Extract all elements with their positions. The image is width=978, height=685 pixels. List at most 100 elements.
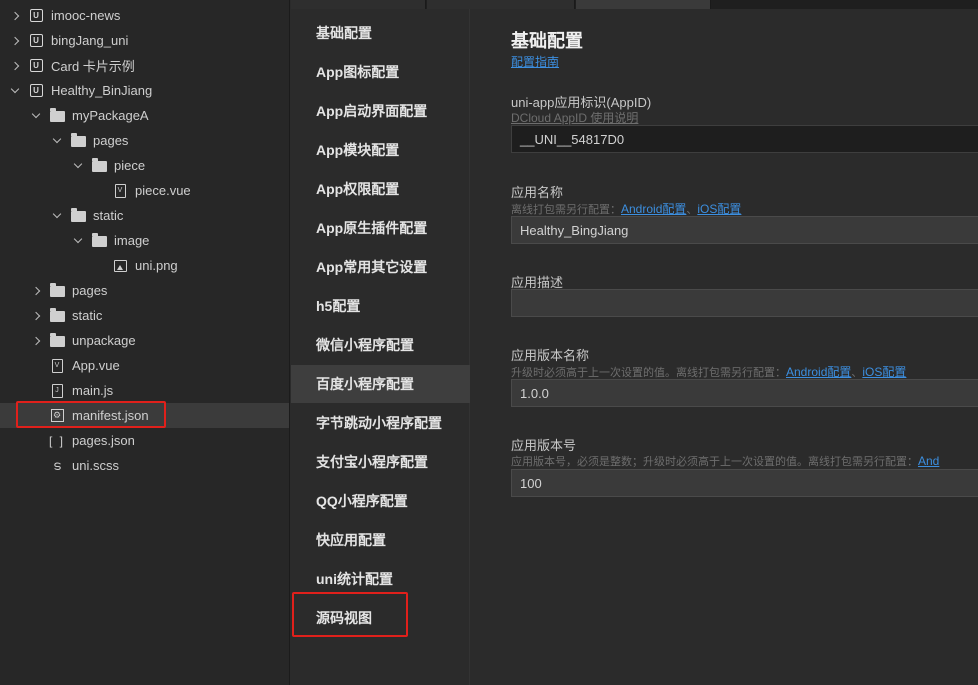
- tree-item[interactable]: image: [0, 228, 289, 253]
- tree-item[interactable]: ⚙ manifest.json: [0, 403, 289, 428]
- editor-tab[interactable]: [427, 0, 575, 9]
- vue-file-icon: V: [49, 358, 65, 373]
- tree-item-label: static: [93, 208, 124, 223]
- scss-file-icon: ട: [53, 457, 61, 473]
- folder-icon: [91, 233, 107, 248]
- folder-icon: [70, 133, 86, 148]
- tree-item-label: main.js: [72, 383, 114, 398]
- app-name-label: 应用名称: [511, 185, 564, 200]
- tree-item[interactable]: static: [0, 303, 289, 328]
- chevron-down-icon[interactable]: [50, 134, 64, 148]
- tree-item[interactable]: U Card 卡片示例: [0, 53, 289, 78]
- config-nav-item[interactable]: App原生插件配置: [291, 209, 470, 247]
- config-content: 基础配置 配置指南 uni-app应用标识(AppID) DCloud AppI…: [471, 9, 978, 685]
- tree-item[interactable]: pages: [0, 278, 289, 303]
- config-nav-item[interactable]: 字节跳动小程序配置: [291, 404, 470, 442]
- tree-item[interactable]: piece: [0, 153, 289, 178]
- config-nav-item[interactable]: 百度小程序配置: [291, 365, 470, 403]
- tree-item-label: manifest.json: [72, 408, 149, 423]
- folder-icon: [49, 333, 65, 348]
- config-nav-item[interactable]: 源码视图: [291, 599, 470, 637]
- chevron-right-icon[interactable]: [8, 34, 22, 48]
- tree-item-label: uni.scss: [72, 458, 119, 473]
- chevron-right-icon[interactable]: [29, 284, 43, 298]
- version-code-label: 应用版本号: [511, 438, 577, 453]
- version-code-android-link[interactable]: And: [918, 454, 939, 468]
- app-description-field[interactable]: [511, 289, 978, 317]
- config-nav-item[interactable]: App模块配置: [291, 131, 470, 169]
- version-code-hint: 应用版本号，必须是整数；升级时必须高于上一次设置的值。离线打包需另行配置：And: [511, 453, 939, 469]
- app-name-field[interactable]: Healthy_BingJiang: [511, 216, 978, 244]
- chevron-right-icon[interactable]: [8, 59, 22, 73]
- tree-item[interactable]: Jmain.js: [0, 378, 289, 403]
- chevron-down-icon[interactable]: [71, 234, 85, 248]
- config-nav-item[interactable]: 微信小程序配置: [291, 326, 470, 364]
- tree-item-label: bingJang_uni: [51, 33, 129, 48]
- tree-item[interactable]: [ ] pages.json: [0, 428, 289, 453]
- editor-tab-strip: [291, 0, 978, 9]
- tree-item[interactable]: uni.png: [0, 253, 289, 278]
- config-nav-item[interactable]: 快应用配置: [291, 521, 470, 559]
- config-nav-item[interactable]: App图标配置: [291, 53, 470, 91]
- project-icon: U: [28, 84, 44, 98]
- version-name-field[interactable]: 1.0.0: [511, 379, 978, 407]
- tree-item-label: piece: [114, 158, 146, 173]
- version-name-label: 应用版本名称: [511, 348, 590, 363]
- tree-item-label: App.vue: [72, 358, 120, 373]
- version-name-hint: 升级时必须高于上一次设置的值。离线打包需另行配置：Android配置、iOS配置: [511, 363, 906, 380]
- config-nav-item[interactable]: 基础配置: [291, 14, 470, 52]
- config-nav-item[interactable]: uni统计配置: [291, 560, 470, 598]
- chevron-down-icon[interactable]: [8, 84, 22, 98]
- config-nav-item[interactable]: App权限配置: [291, 170, 470, 208]
- tree-item[interactable]: UbingJang_uni: [0, 28, 289, 53]
- hbuilderx-window: Uimooc-news UbingJang_uni U Card 卡片示例 U Healt…: [0, 0, 978, 685]
- chevron-right-icon[interactable]: [8, 9, 22, 23]
- config-nav-item[interactable]: App启动界面配置: [291, 92, 470, 130]
- tree-item[interactable]: myPackageA: [0, 103, 289, 128]
- config-guide-link[interactable]: 配置指南: [511, 53, 559, 70]
- editor-tab-active[interactable]: [576, 0, 711, 9]
- version-name-ios-link[interactable]: iOS配置: [862, 365, 906, 379]
- config-nav-item[interactable]: h5配置: [291, 287, 470, 325]
- tree-item-label: piece.vue: [135, 183, 191, 198]
- version-code-field[interactable]: 100: [511, 469, 978, 497]
- folder-icon: [70, 208, 86, 223]
- chevron-right-icon[interactable]: [29, 309, 43, 323]
- tree-item[interactable]: V App.vue: [0, 353, 289, 378]
- tree-item-label: Healthy_BinJiang: [51, 83, 153, 98]
- chevron-down-icon[interactable]: [50, 209, 64, 223]
- chevron-right-icon[interactable]: [29, 334, 43, 348]
- config-nav-item[interactable]: 支付宝小程序配置: [291, 443, 470, 481]
- config-nav-item[interactable]: QQ小程序配置: [291, 482, 470, 520]
- tree-item[interactable]: Uimooc-news: [0, 3, 289, 28]
- app-name-ios-link[interactable]: iOS配置: [697, 202, 741, 216]
- config-nav-item[interactable]: App常用其它设置: [291, 248, 470, 286]
- image-file-icon: [112, 259, 128, 273]
- editor-tab[interactable]: [291, 0, 426, 9]
- folder-icon: [49, 308, 65, 323]
- section-title: 基础配置: [511, 31, 583, 51]
- appid-help-link[interactable]: DCloud AppID 使用说明: [511, 109, 638, 126]
- tree-item-label: pages: [93, 133, 129, 148]
- tree-item[interactable]: ട uni.scss: [0, 453, 289, 478]
- tree-item-label: static: [72, 308, 103, 323]
- tree-item[interactable]: pages: [0, 128, 289, 153]
- chevron-down-icon[interactable]: [71, 159, 85, 173]
- chevron-down-icon[interactable]: [29, 109, 43, 123]
- tree-item-label: imooc-news: [51, 8, 121, 23]
- tree-item[interactable]: unpackage: [0, 328, 289, 353]
- tree-item[interactable]: static: [0, 203, 289, 228]
- tree-item-label: uni.png: [135, 258, 178, 273]
- version-name-android-link[interactable]: Android配置: [786, 365, 851, 379]
- app-name-android-link[interactable]: Android配置: [621, 202, 686, 216]
- tree-item[interactable]: Vpiece.vue: [0, 178, 289, 203]
- app-name-hint-text: 离线打包需另行配置：: [511, 204, 621, 216]
- project-icon: U: [28, 59, 44, 73]
- tree-item[interactable]: U Healthy_BinJiang: [0, 78, 289, 103]
- manifest-config-nav: 基础配置 App图标配置 App启动界面配置 App模块配置 App权限配置 App原生插…: [291, 9, 470, 685]
- app-name-hint: 离线打包需另行配置：Android配置、iOS配置: [511, 200, 741, 217]
- tree-item-label: myPackageA: [72, 108, 149, 123]
- appid-field[interactable]: __UNI__54817D0: [511, 125, 978, 153]
- folder-icon: [91, 158, 107, 173]
- js-file-icon: J: [49, 383, 65, 398]
